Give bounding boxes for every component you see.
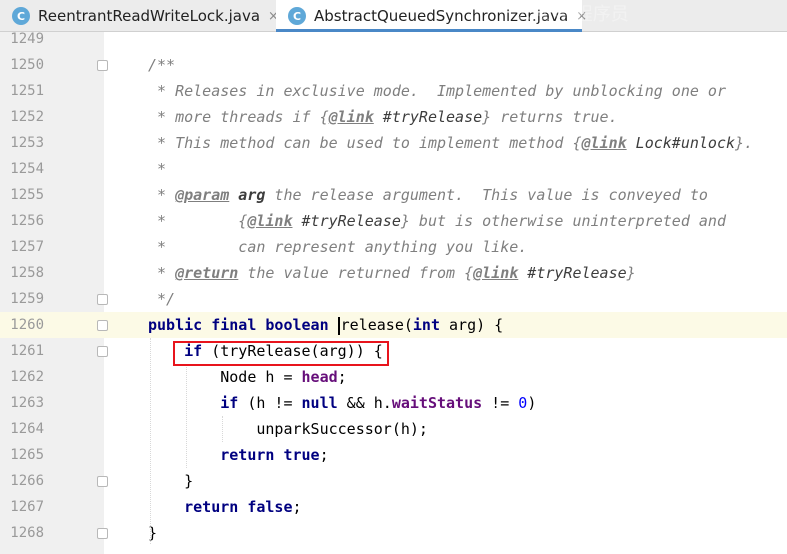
code-line: 1266 } [0,468,787,494]
line-number: 1262 [10,369,44,385]
code-line: 1253 * This method can be used to implem… [0,130,787,156]
code-text: unparkSuccessor(h); [148,420,428,438]
line-number: 1263 [10,395,44,411]
line-number: 1260 [10,317,44,333]
code-line: 1250 /** [0,52,787,78]
code-text: * more threads if {@link #tryRelease} re… [148,108,618,126]
indent-guide [150,338,151,544]
code-line: 1268 } [0,520,787,546]
line-number: 1250 [10,57,44,73]
java-class-icon: C [12,7,30,25]
code-line: 1265 return true; [0,442,787,468]
tab-label: ReentrantReadWriteLock.java [38,7,261,25]
code-line: 1256 * {@link #tryRelease} but is otherw… [0,208,787,234]
highlight-box [173,341,389,366]
code-line: 1251 * Releases in exclusive mode. Imple… [0,78,787,104]
line-number: 1249 [10,31,44,47]
code-text: * @param arg the release argument. This … [148,186,708,204]
code-line: 1254 * [0,156,787,182]
code-line: 1252 * more threads if {@link #tryReleas… [0,104,787,130]
code-line: 1259 */ [0,286,787,312]
fold-marker-icon[interactable] [97,320,108,331]
fold-marker-icon[interactable] [97,294,108,305]
fold-marker-icon[interactable] [97,60,108,71]
code-line: 1261 if (tryRelease(arg)) { [0,338,787,364]
line-number: 1266 [10,473,44,489]
code-text: * can represent anything you like. [148,238,528,256]
code-line: 1264 unparkSuccessor(h); [0,416,787,442]
code-text: if (h != null && h.waitStatus != 0) [220,394,537,412]
line-number: 1258 [10,265,44,281]
code-text: * [148,160,167,178]
line-number: 1264 [10,421,44,437]
indent-guide [222,416,223,442]
line-number: 1257 [10,239,44,255]
code-line: 1262 Node h = head; [0,364,787,390]
code-text: * @return the value returned from {@link… [148,264,636,282]
fold-marker-icon[interactable] [97,476,108,487]
line-number: 1267 [10,499,44,515]
code-text: */ [148,290,176,308]
code-line: 1255 * @param arg the release argument. … [0,182,787,208]
code-text: * {@link #tryRelease} but is otherwise u… [148,212,726,230]
line-number: 1255 [10,187,44,203]
code-text: return true; [220,446,329,464]
line-number: 1256 [10,213,44,229]
tab-label: AbstractQueuedSynchronizer.java [314,7,569,25]
code-line: 1249 [0,26,787,52]
java-class-icon: C [288,7,306,25]
code-line: 1267 return false; [0,494,787,520]
code-text: return false; [184,498,302,516]
line-number: 1254 [10,161,44,177]
code-line: 1263 if (h != null && h.waitStatus != 0) [0,390,787,416]
close-icon[interactable]: × [576,9,587,24]
code-text: Node h = head; [148,368,347,386]
line-number: 1265 [10,447,44,463]
code-line: 1257 * can represent anything you like. [0,234,787,260]
code-text: * Releases in exclusive mode. Implemente… [148,82,726,100]
fold-marker-icon[interactable] [97,528,108,539]
line-number: 1251 [10,83,44,99]
line-number: 1253 [10,135,44,151]
code-text: /** [148,56,176,74]
line-number: 1268 [10,525,44,541]
fold-marker-icon[interactable] [97,346,108,357]
code-text: } [148,472,194,490]
line-number: 1259 [10,291,44,307]
line-number: 1252 [10,109,44,125]
code-text: * This method can be used to implement m… [148,134,754,152]
text-cursor [337,316,340,335]
line-number: 1261 [10,343,44,359]
current-code-line: 1260 public final boolean release(int ar… [0,312,787,338]
code-text: public final boolean release(int arg) { [148,316,504,335]
indent-guide [186,364,187,468]
code-line: 1258 * @return the value returned from {… [0,260,787,286]
